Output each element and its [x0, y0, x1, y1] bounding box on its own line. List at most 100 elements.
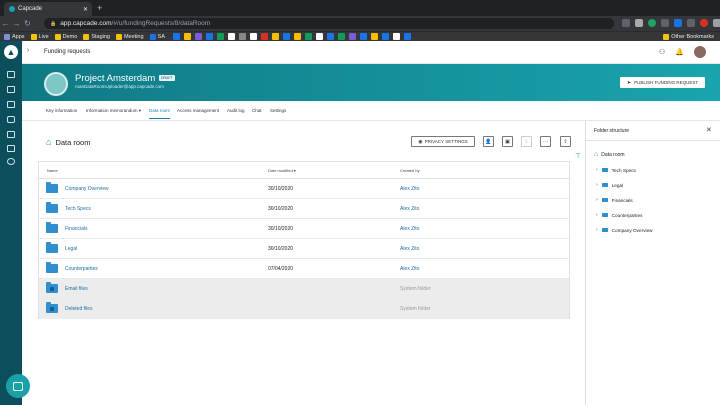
table-row[interactable]: Tech Specs 30/10/2020 Alex Zito	[39, 199, 569, 219]
contacts-icon[interactable]	[7, 101, 15, 108]
reload-icon[interactable]: ↻	[22, 19, 33, 28]
folder-name[interactable]: Legal	[65, 246, 77, 252]
bookmark-icon[interactable]	[271, 33, 279, 40]
bookmark-icon[interactable]	[337, 33, 345, 40]
table-row[interactable]: Email files System folder	[39, 279, 569, 299]
add-user-button[interactable]: 👤	[483, 136, 494, 147]
chevron-right-icon[interactable]: ›	[27, 47, 29, 54]
dashboard-icon[interactable]	[7, 71, 15, 78]
bookmark-meeting[interactable]: Meeting	[115, 33, 144, 40]
table-row[interactable]: Financials 30/10/2020 Alex Zito	[39, 219, 569, 239]
capcade-logo-icon[interactable]: ▲	[4, 45, 18, 59]
extension-icon[interactable]	[648, 19, 656, 27]
tab-chat[interactable]: Chat	[252, 108, 262, 113]
bookmark-icon[interactable]	[227, 33, 235, 40]
tree-root[interactable]: ⌂ Data room	[594, 151, 625, 158]
tab-audit-log[interactable]: Audit log	[227, 108, 245, 113]
close-icon[interactable]: ✕	[706, 126, 712, 134]
folder-name[interactable]: Email files	[65, 286, 88, 292]
column-created-by[interactable]: Created by	[400, 168, 420, 173]
tab-settings[interactable]: Settings	[270, 108, 286, 113]
help-icon[interactable]	[7, 158, 15, 165]
handshake-icon[interactable]	[7, 116, 15, 123]
created-by[interactable]: Alex Zito	[400, 226, 419, 232]
settings-icon[interactable]	[7, 145, 15, 152]
column-name[interactable]: Name	[47, 168, 58, 173]
publish-funding-request-button[interactable]: ➤ PUBLISH FUNDING REQUEST	[620, 77, 705, 88]
tree-item[interactable]: › Tech Specs	[596, 167, 636, 173]
folder-structure-toggle-icon[interactable]: ⊤	[575, 152, 581, 160]
privacy-settings-button[interactable]: ◉ PRIVACY SETTINGS	[411, 136, 475, 147]
folder-name[interactable]: Company Overview	[65, 186, 109, 192]
tab-access-management[interactable]: Access management	[177, 108, 219, 113]
bookmark-icon[interactable]	[359, 33, 367, 40]
menu-icon[interactable]	[713, 19, 720, 27]
url-field[interactable]: 🔒 app.capcade.com/#/u/fundingRequests/8/…	[44, 18, 614, 29]
download-button[interactable]: ⇩	[521, 136, 532, 147]
tree-item[interactable]: › Counterparties	[596, 212, 642, 218]
created-by[interactable]: Alex Zito	[400, 246, 419, 252]
bookmark-sa[interactable]: SA	[149, 33, 165, 40]
bell-icon[interactable]: 🔔	[675, 48, 684, 56]
forward-icon[interactable]: →	[11, 19, 22, 28]
bookmark-icon[interactable]	[238, 33, 246, 40]
bookmark-icon[interactable]	[216, 33, 224, 40]
bookmark-icon[interactable]	[403, 33, 411, 40]
created-by[interactable]: Alex Zito	[400, 186, 419, 192]
close-tab-icon[interactable]: ✕	[83, 6, 88, 13]
key-icon[interactable]	[622, 19, 630, 27]
tab-information-memorandum[interactable]: Information memorandum ▾	[86, 108, 141, 114]
browser-tab[interactable]: Capcade ✕	[4, 2, 92, 16]
bookmark-live[interactable]: Live	[30, 33, 49, 40]
avatar[interactable]	[694, 46, 706, 58]
created-by[interactable]: Alex Zito	[400, 206, 419, 212]
home-icon[interactable]: ⌂	[46, 137, 51, 147]
bookmark-icon[interactable]	[249, 33, 257, 40]
created-by[interactable]: Alex Zito	[400, 266, 419, 272]
tree-item[interactable]: › Legal	[596, 182, 623, 188]
table-row[interactable]: Deleted files System folder	[39, 299, 569, 319]
upload-button[interactable]: ⇧	[560, 136, 571, 147]
chevron-right-icon[interactable]: ›	[596, 212, 598, 218]
extension-icon[interactable]	[687, 19, 695, 27]
bookmark-icon[interactable]	[260, 33, 268, 40]
chat-launcher-button[interactable]	[6, 374, 30, 398]
tree-item[interactable]: › Financials	[596, 197, 633, 203]
share-icon[interactable]: ⚇	[659, 48, 665, 56]
bookmark-icon[interactable]	[315, 33, 323, 40]
tab-key-information[interactable]: Key information	[46, 108, 77, 113]
more-options-button[interactable]: ···	[540, 136, 551, 147]
table-row[interactable]: Company Overview 30/10/2020 Alex Zito	[39, 179, 569, 199]
bookmark-icon[interactable]	[370, 33, 378, 40]
folder-name[interactable]: Tech Specs	[65, 206, 91, 212]
bookmark-icon[interactable]	[348, 33, 356, 40]
bookmark-icon[interactable]	[172, 33, 180, 40]
bookmark-icon[interactable]	[293, 33, 301, 40]
folder-name[interactable]: Financials	[65, 226, 88, 232]
chevron-right-icon[interactable]: ›	[596, 197, 598, 203]
chevron-right-icon[interactable]: ›	[596, 227, 598, 233]
funding-icon[interactable]	[7, 86, 15, 93]
bookmark-icon[interactable]	[326, 33, 334, 40]
bookmark-icon[interactable]	[205, 33, 213, 40]
star-icon[interactable]	[635, 19, 643, 27]
bookmark-demo[interactable]: Demo	[54, 33, 77, 40]
new-folder-button[interactable]: ▣	[502, 136, 513, 147]
table-row[interactable]: Counterparties 07/04/2020 Alex Zito	[39, 259, 569, 279]
documents-icon[interactable]	[7, 131, 15, 138]
bookmark-staging[interactable]: Staging	[83, 33, 110, 40]
bookmark-icon[interactable]	[381, 33, 389, 40]
bookmark-icon[interactable]	[282, 33, 290, 40]
back-icon[interactable]: ←	[0, 19, 11, 28]
extension-icon[interactable]	[661, 19, 669, 27]
table-row[interactable]: Legal 30/10/2020 Alex Zito	[39, 239, 569, 259]
extension-icon[interactable]	[674, 19, 682, 27]
bookmark-icon[interactable]	[392, 33, 400, 40]
bookmark-icon[interactable]	[304, 33, 312, 40]
profile-icon[interactable]	[700, 19, 708, 27]
bookmark-apps[interactable]: Apps	[4, 33, 25, 40]
column-date-modified[interactable]: Date modified ▾	[268, 168, 296, 173]
tree-item[interactable]: › Company Overview	[596, 227, 653, 233]
bookmark-icon[interactable]	[183, 33, 191, 40]
folder-name[interactable]: Deleted files	[65, 306, 93, 312]
